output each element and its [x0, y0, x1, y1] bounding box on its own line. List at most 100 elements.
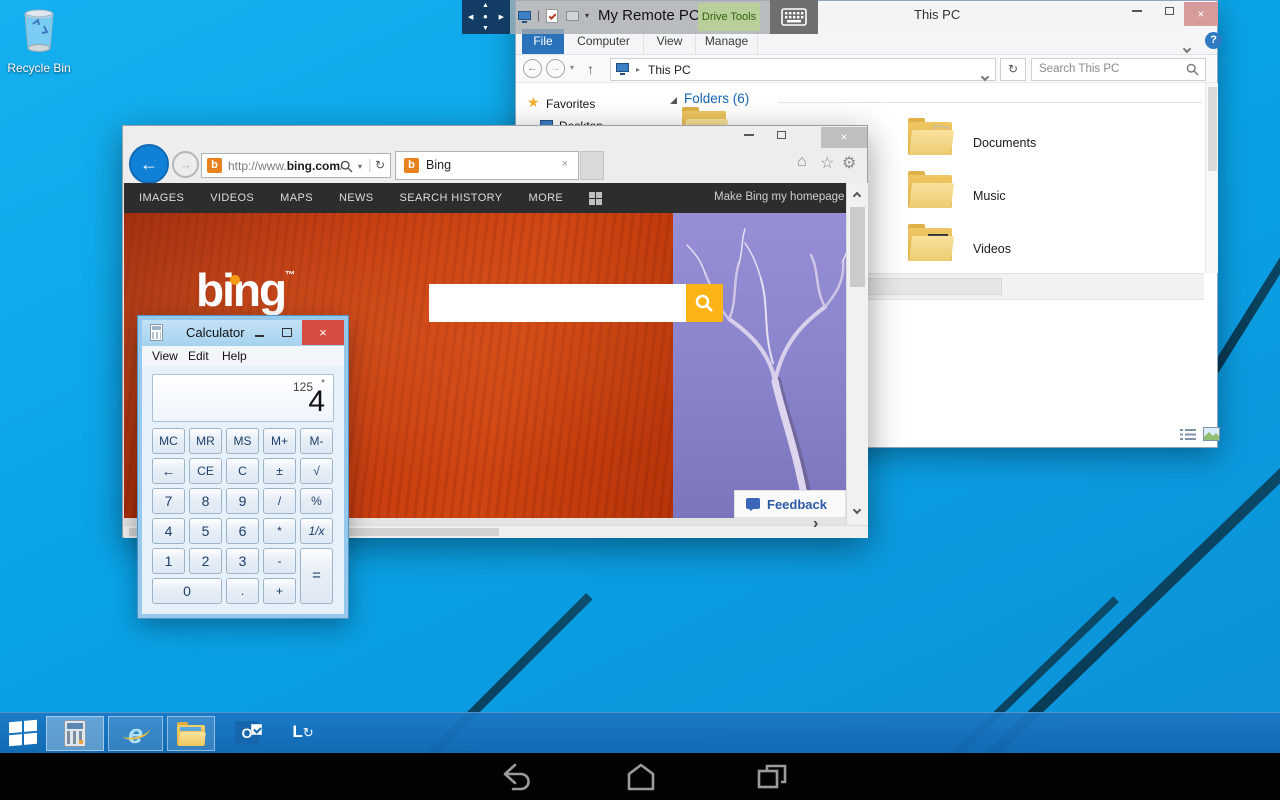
remote-keyboard-button[interactable]: [770, 0, 818, 34]
scrollbar-thumb[interactable]: [850, 207, 865, 287]
explorer-back-button[interactable]: ←: [523, 59, 542, 78]
android-home-button[interactable]: [624, 761, 658, 793]
explorer-forward-button[interactable]: →: [546, 59, 565, 78]
address-dropdown-button[interactable]: [982, 67, 988, 85]
feedback-button[interactable]: Feedback: [734, 490, 846, 518]
folder-label-music[interactable]: Music: [973, 189, 1006, 203]
ie-tab-bing[interactable]: b Bing ×: [395, 151, 579, 180]
home-icon[interactable]: ⌂: [797, 153, 807, 171]
calculator-titlebar[interactable]: Calculator ×: [142, 320, 344, 346]
key-reciprocal[interactable]: 1/x: [300, 518, 333, 544]
key-backspace[interactable]: ←: [152, 458, 185, 484]
sidebar-item-favorites[interactable]: Favorites: [546, 97, 595, 111]
maximize-icon[interactable]: [282, 328, 292, 337]
explorer-up-button[interactable]: ↑: [587, 61, 594, 77]
quick-access-properties-icon[interactable]: [546, 9, 558, 23]
minimize-icon[interactable]: [255, 335, 264, 337]
explorer-refresh-button[interactable]: ↻: [1000, 58, 1026, 81]
scroll-down-icon[interactable]: [853, 506, 861, 514]
explorer-help-button[interactable]: ?: [1205, 32, 1222, 49]
key-mr[interactable]: MR: [189, 428, 222, 454]
key-7[interactable]: 7: [152, 488, 185, 514]
menu-help[interactable]: Help: [222, 349, 247, 363]
scroll-up-icon[interactable]: [853, 192, 861, 200]
key-equals[interactable]: =: [300, 548, 333, 604]
documents-folder-icon[interactable]: [908, 122, 952, 155]
key-1[interactable]: 1: [152, 548, 185, 574]
key-8[interactable]: 8: [189, 488, 222, 514]
taskbar-item-internet-explorer[interactable]: e: [108, 716, 163, 751]
bing-nav-images[interactable]: IMAGES: [139, 192, 184, 204]
explorer-maximize-button[interactable]: [1154, 2, 1184, 26]
key-4[interactable]: 4: [152, 518, 185, 544]
explorer-history-dropdown[interactable]: ▾: [570, 63, 574, 72]
ie-minimize-button[interactable]: [735, 126, 763, 150]
search-icon[interactable]: [340, 160, 353, 173]
key-divide[interactable]: /: [263, 488, 296, 514]
make-bing-homepage-link[interactable]: Make Bing my homepage: [714, 191, 844, 203]
folder-label-documents[interactable]: Documents: [973, 136, 1036, 150]
key-0[interactable]: 0: [152, 578, 222, 604]
menu-view[interactable]: View: [152, 349, 178, 363]
taskbar-item-outlook[interactable]: O: [224, 716, 270, 751]
bing-search-input[interactable]: [429, 284, 723, 322]
key-mc[interactable]: MC: [152, 428, 185, 454]
key-ms[interactable]: MS: [226, 428, 259, 454]
breadcrumb[interactable]: This PC: [648, 63, 691, 77]
ie-vertical-scrollbar[interactable]: [846, 183, 868, 525]
key-3[interactable]: 3: [226, 548, 259, 574]
explorer-close-button[interactable]: ×: [1184, 2, 1218, 26]
bing-nav-videos[interactable]: VIDEOS: [210, 192, 254, 204]
menu-edit[interactable]: Edit: [188, 349, 209, 363]
bing-nav-more[interactable]: MORE: [529, 192, 564, 204]
url-text[interactable]: http://www.bing.com/: [228, 159, 343, 173]
ie-close-button[interactable]: ×: [821, 127, 867, 148]
key-5[interactable]: 5: [189, 518, 222, 544]
quick-access-newfolder-icon[interactable]: [566, 11, 579, 21]
gear-icon[interactable]: ⚙: [842, 153, 856, 173]
scrollbar-thumb[interactable]: [1208, 87, 1217, 171]
explorer-address-bar[interactable]: ▸ This PC: [610, 58, 996, 81]
ie-address-bar[interactable]: b http://www.bing.com/ ▾ | ↻: [201, 153, 391, 178]
remote-pan-control[interactable]: ▲ ▼ ◀ ▶ ●: [462, 0, 510, 34]
explorer-minimize-button[interactable]: [1122, 2, 1152, 26]
thumbnail-view-button[interactable]: [1203, 427, 1220, 441]
recycle-bin-shortcut[interactable]: Recycle Bin: [6, 8, 72, 75]
videos-folder-icon[interactable]: [908, 228, 952, 261]
taskbar-item-file-explorer[interactable]: [167, 716, 215, 751]
key-plus[interactable]: +: [263, 578, 296, 604]
android-back-button[interactable]: [496, 761, 530, 793]
key-multiply[interactable]: *: [263, 518, 296, 544]
start-button[interactable]: [0, 713, 46, 754]
ie-back-button[interactable]: ←: [129, 144, 169, 184]
apps-grid-icon[interactable]: [589, 192, 602, 205]
key-c[interactable]: C: [226, 458, 259, 484]
refresh-icon[interactable]: ↻: [375, 158, 385, 172]
ie-maximize-button[interactable]: [767, 126, 795, 150]
taskbar-item-lync[interactable]: L↻: [280, 713, 326, 751]
hero-next-image-button[interactable]: ›: [813, 515, 818, 533]
bing-nav-news[interactable]: NEWS: [339, 192, 374, 204]
bing-nav-maps[interactable]: MAPS: [280, 192, 313, 204]
explorer-vertical-scrollbar[interactable]: [1205, 83, 1218, 273]
folders-collapse-icon[interactable]: [670, 97, 677, 104]
key-decimal[interactable]: .: [226, 578, 259, 604]
key-sqrt[interactable]: √: [300, 458, 333, 484]
key-percent[interactable]: %: [300, 488, 333, 514]
key-6[interactable]: 6: [226, 518, 259, 544]
address-dropdown-icon[interactable]: ▾: [358, 162, 362, 171]
quick-access-dropdown-icon[interactable]: ▾: [585, 11, 589, 20]
music-folder-icon[interactable]: ♪: [908, 175, 952, 208]
bing-nav-search-history[interactable]: SEARCH HISTORY: [400, 192, 503, 204]
android-recents-button[interactable]: [754, 761, 790, 793]
ie-new-tab-button[interactable]: [580, 151, 604, 180]
calculator-close-button[interactable]: ×: [302, 320, 344, 345]
key-mminus[interactable]: M-: [300, 428, 333, 454]
key-negate[interactable]: ±: [263, 458, 296, 484]
ie-forward-button[interactable]: →: [172, 151, 199, 178]
tab-close-icon[interactable]: ×: [562, 158, 568, 170]
key-9[interactable]: 9: [226, 488, 259, 514]
favorites-star-icon[interactable]: ☆: [820, 153, 834, 173]
folders-group-header[interactable]: Folders (6): [684, 91, 749, 106]
key-2[interactable]: 2: [189, 548, 222, 574]
